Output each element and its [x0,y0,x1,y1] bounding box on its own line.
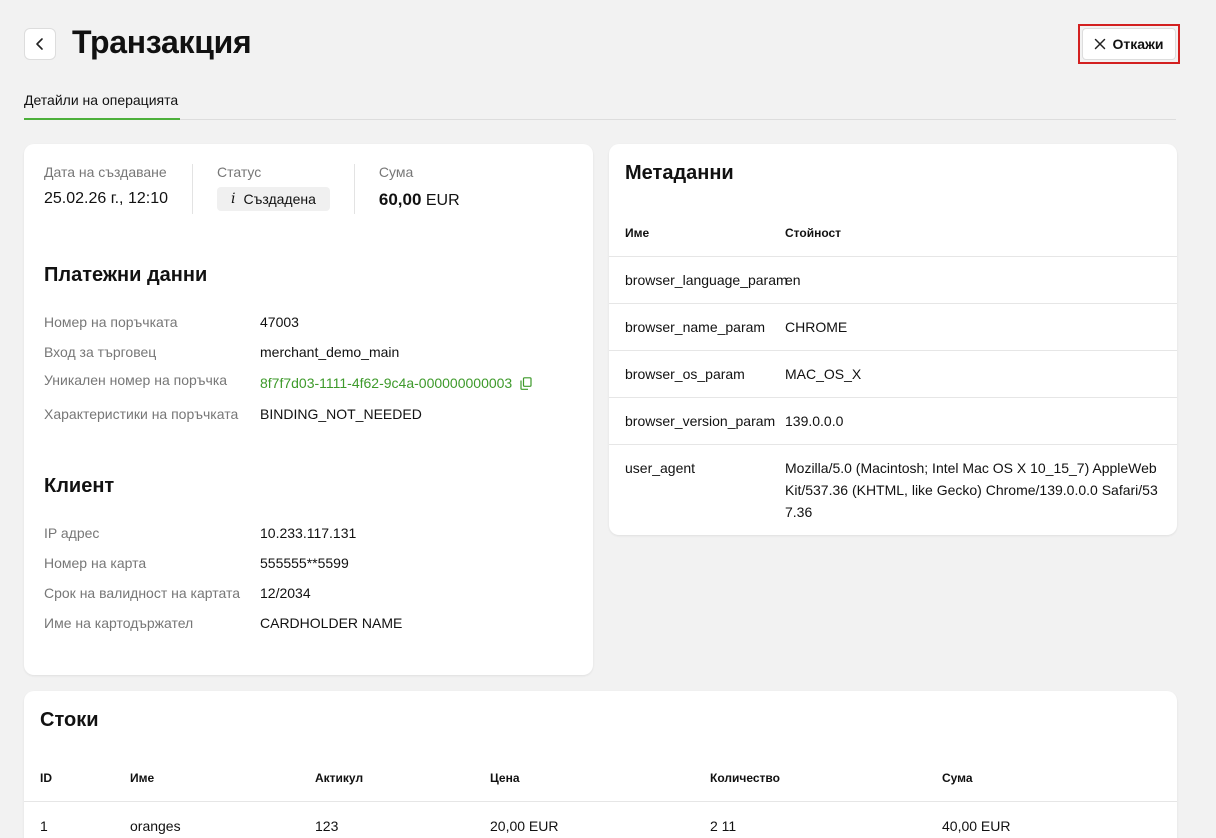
goods-col-amount: Сума [942,771,973,785]
unique-order-id-value: 8f7f7d03-1111-4f62-9c4a-000000000003 [260,375,513,391]
metadata-name: browser_language_param [625,272,788,288]
metadata-value: 139.0.0.0 [785,413,844,429]
tab-operation-details[interactable]: Детайли на операцията [24,90,180,120]
chevron-left-icon [36,38,43,50]
goods-col-sku: Актикул [315,771,364,785]
info-icon: i [230,191,236,207]
client-row-card-number: Номер на карта 555555**5599 [44,548,574,578]
goods-card: Стоки ID Име Актикул Цена Количество Сум… [24,691,1177,838]
client-row-cardholder: Име на картодържател CARDHOLDER NAME [44,608,574,638]
metadata-row: user_agent Mozilla/5.0 (Macintosh; Intel… [609,445,1177,523]
metadata-name: browser_name_param [625,319,766,335]
back-button[interactable] [24,28,56,60]
goods-title: Стоки [40,709,99,731]
status-label: Статус [216,164,262,180]
metadata-col-name: Име [625,226,650,240]
payment-label: Характеристики на поръчката [44,406,239,422]
goods-col-quantity: Количество [710,771,780,785]
status-badge: i Създадена [216,187,330,211]
page-title: Транзакция [72,24,252,60]
payment-value: merchant_demo_main [260,344,400,360]
client-label: Име на картодържател [44,615,194,631]
goods-cell-sku: 123 [315,817,339,834]
goods-col-id: ID [40,771,52,785]
status-block: Статус i Създадена [216,164,355,214]
close-icon [1095,38,1106,50]
amount-label: Сума [378,164,414,180]
metadata-row: browser_language_param en [609,257,1177,304]
payment-row-order-number: Номер на поръчката 47003 [44,307,574,337]
cancel-button-label: Откажи [1112,36,1164,52]
summary-row: Дата на създаване 25.02.26 г., 12:10 Ста… [44,164,508,214]
metadata-value: CHROME [785,319,848,335]
client-label: IP адрес [44,525,100,541]
cancel-button-highlight: Откажи [1078,24,1180,64]
created-date-block: Дата на създаване 25.02.26 г., 12:10 [44,164,193,214]
payment-row-order-features: Характеристики на поръчката BINDING_NOT_… [44,399,574,429]
amount-block: Сума 60,00 EUR [379,164,484,214]
metadata-name: user_agent [625,460,696,476]
payment-value: 47003 [260,314,299,330]
metadata-row: browser_version_param 139.0.0.0 [609,398,1177,445]
goods-cell-price: 20,00 EUR [490,817,559,834]
payment-label: Номер на поръчката [44,314,178,330]
goods-col-price: Цена [490,771,520,785]
goods-cell-quantity: 2 11 [710,817,737,834]
client-label: Срок на валидност на картата [44,585,241,601]
cancel-button[interactable]: Откажи [1082,28,1176,60]
payment-label: Вход за търговец [44,344,157,360]
metadata-name: browser_os_param [625,366,745,382]
metadata-name: browser_version_param [625,413,776,429]
metadata-card: Метаданни Име Стойност browser_language_… [609,144,1177,535]
client-details: IP адрес 10.233.117.131 Номер на карта 5… [44,518,574,638]
metadata-col-value: Стойност [785,226,842,240]
metadata-header-row: Име Стойност [609,210,1177,257]
metadata-table: Име Стойност browser_language_param en b… [609,210,1177,523]
client-value: 10.233.117.131 [260,525,357,541]
goods-header-row: ID Име Актикул Цена Количество Сума [24,755,1177,802]
client-value: 12/2034 [260,585,311,601]
goods-cell-id: 1 [40,817,48,834]
payment-details: Номер на поръчката 47003 Вход за търгове… [44,307,574,429]
metadata-value: Mozilla/5.0 (Macintosh; Intel Mac OS X 1… [785,460,1158,520]
table-row: 1 oranges 123 20,00 EUR 2 11 40,00 EUR [24,802,1177,838]
created-date-value: 25.02.26 г., 12:10 [44,190,168,207]
page-header: Транзакция Откажи [24,24,1180,64]
client-label: Номер на карта [44,555,147,571]
payment-section-title: Платежни данни [44,264,208,286]
payment-row-merchant-login: Вход за търговец merchant_demo_main [44,337,574,367]
amount-value: 60,00 EUR [379,190,460,210]
client-section-title: Клиент [44,475,115,497]
amount-number: 60,00 [378,190,422,209]
status-value: Създадена [243,191,316,207]
payment-row-unique-order-id: Уникален номер на поръчка 8f7f7d03-1111-… [44,367,574,399]
amount-currency: EUR [425,192,460,209]
client-row-card-expiry: Срок на валидност на картата 12/2034 [44,578,574,608]
goods-col-name: Име [130,771,155,785]
client-row-ip: IP адрес 10.233.117.131 [44,518,574,548]
copy-icon[interactable] [520,376,532,390]
tab-bar: Детайли на операцията [24,90,1176,120]
created-date-label: Дата на създаване [44,164,167,180]
goods-table: ID Име Актикул Цена Количество Сума 1 or… [24,755,1177,838]
goods-cell-name: oranges [130,817,181,834]
payment-value: BINDING_NOT_NEEDED [260,406,422,422]
metadata-value: MAC_OS_X [785,366,862,382]
goods-cell-amount: 40,00 EUR [942,817,1011,834]
unique-order-id-link[interactable]: 8f7f7d03-1111-4f62-9c4a-000000000003 [260,375,532,391]
metadata-title: Метаданни [625,162,734,184]
details-card: Дата на създаване 25.02.26 г., 12:10 Ста… [24,144,593,675]
client-value: CARDHOLDER NAME [260,615,403,631]
payment-label: Уникален номер на поръчка [44,372,228,388]
client-value: 555555**5599 [260,555,349,571]
metadata-row: browser_os_param MAC_OS_X [609,351,1177,398]
metadata-value: en [785,272,801,288]
metadata-row: browser_name_param CHROME [609,304,1177,351]
